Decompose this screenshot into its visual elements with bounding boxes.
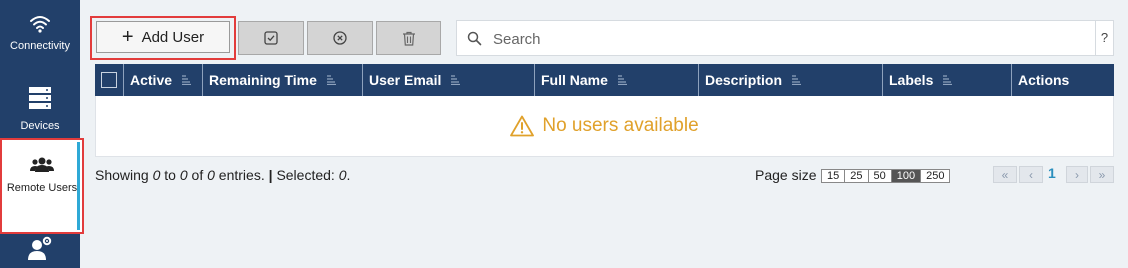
showing-suffix: entries. [214, 167, 265, 183]
table-body: No users available [95, 96, 1114, 157]
table-header: Active Remaining Time User Email Full Na… [95, 64, 1114, 96]
add-user-button[interactable]: + Add User [96, 21, 230, 53]
page-size-option[interactable]: 50 [868, 170, 892, 182]
last-page-button[interactable]: » [1090, 166, 1114, 183]
circle-x-icon [333, 31, 347, 45]
user-gear-icon [28, 236, 52, 260]
sidebar-item-connectivity[interactable]: Connectivity [0, 14, 80, 55]
column-header-label: Labels [889, 72, 934, 88]
delete-users-button[interactable] [376, 21, 441, 55]
warning-icon [510, 115, 535, 137]
column-header-label: Full Name [541, 72, 608, 88]
sidebar-item-label: Connectivity [10, 40, 70, 52]
page-size-option[interactable]: 15 [822, 170, 846, 182]
enable-users-button[interactable] [238, 21, 304, 55]
trash-icon [402, 31, 415, 46]
add-user-label: Add User [141, 28, 205, 46]
prev-page-button[interactable]: ‹ [1019, 166, 1043, 183]
column-header-labels[interactable]: Labels [883, 64, 1012, 96]
sort-icon [792, 75, 802, 85]
column-header-actions: Actions [1012, 64, 1114, 96]
column-header-label: Description [705, 72, 783, 88]
column-header-full-name[interactable]: Full Name [535, 64, 699, 96]
column-header-active[interactable]: Active [124, 64, 203, 96]
search-box: ? [456, 20, 1114, 56]
column-header-label: Actions [1018, 72, 1070, 88]
sort-icon [617, 75, 627, 85]
selected-count: 0 [338, 167, 347, 183]
add-user-highlight: + Add User [90, 16, 236, 60]
showing-prefix: Showing [95, 167, 153, 183]
sidebar-item-remote-users[interactable]: Remote Users [0, 138, 84, 234]
sort-icon [182, 75, 192, 85]
column-header-label: User Email [369, 72, 442, 88]
showing-to: 0 [179, 167, 188, 183]
page-size-option[interactable]: 25 [845, 170, 869, 182]
sidebar-item-label: Remote Users [6, 182, 78, 194]
separator: | [268, 167, 273, 183]
column-header-user-email[interactable]: User Email [363, 64, 535, 96]
sidebar-item-user-admin[interactable] [0, 236, 80, 260]
search-input[interactable] [493, 28, 1083, 50]
search-help-button[interactable]: ? [1095, 21, 1113, 55]
selected-label: Selected: [276, 167, 339, 183]
search-icon [467, 31, 482, 46]
checkbox-check-icon [264, 31, 278, 45]
select-all-checkbox[interactable] [101, 72, 117, 88]
column-header-label: Active [130, 72, 173, 88]
chevron-left-icon: ‹ [1029, 167, 1033, 182]
column-header-description[interactable]: Description [699, 64, 883, 96]
page-size-option[interactable]: 250 [921, 170, 950, 182]
double-chevron-left-icon: « [1001, 167, 1009, 182]
selected-end: . [346, 167, 351, 183]
server-icon [29, 87, 51, 109]
empty-message: No users available [542, 115, 699, 136]
current-page-number[interactable]: 1 [1048, 165, 1056, 181]
sidebar-item-devices[interactable]: Devices [0, 86, 80, 135]
page-size-selector: 15 25 50 100 250 [821, 169, 951, 183]
chevron-right-icon: › [1075, 167, 1079, 182]
page-size-option-selected[interactable]: 100 [891, 170, 922, 182]
showing-entries-text: Showing 0 to 0 of 0 entries. | Selected:… [95, 167, 350, 183]
showing-to-word: to [160, 167, 180, 183]
plus-icon: + [121, 26, 134, 48]
empty-state: No users available [510, 115, 699, 137]
sort-icon [451, 75, 461, 85]
disable-users-button[interactable] [307, 21, 373, 55]
sort-icon [326, 75, 336, 85]
column-header-remaining-time[interactable]: Remaining Time [203, 64, 363, 96]
sidebar-item-label: Devices [20, 120, 60, 132]
page-size-label: Page size [755, 167, 817, 183]
showing-total: 0 [207, 167, 215, 183]
showing-of-word: of [187, 167, 208, 183]
wifi-icon [30, 16, 50, 33]
users-icon [30, 157, 54, 172]
sidebar: Connectivity Devices Remote Users [0, 0, 84, 268]
active-indicator [77, 142, 80, 230]
first-page-button[interactable]: « [993, 166, 1017, 183]
column-header-label: Remaining Time [209, 72, 317, 88]
next-page-button[interactable]: › [1066, 166, 1088, 183]
sort-icon [943, 75, 953, 85]
double-chevron-right-icon: » [1098, 167, 1106, 182]
select-all-cell [95, 64, 124, 96]
